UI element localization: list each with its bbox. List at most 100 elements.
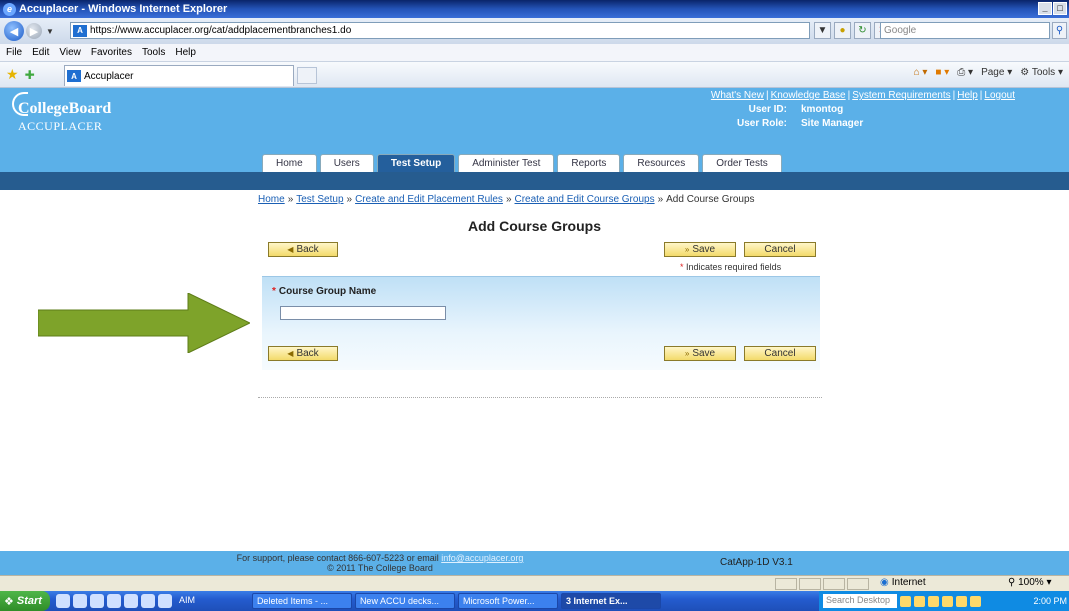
user-role-value: Site Manager: [801, 118, 864, 129]
back-button-bottom[interactable]: ◀ Back: [268, 346, 338, 361]
breadcrumb-separator: »: [505, 194, 512, 205]
divider: [258, 397, 822, 398]
task-aim[interactable]: AIM: [175, 593, 249, 609]
outlook-quicklaunch-icon[interactable]: [89, 594, 104, 608]
address-url: https://www.accuplacer.org/cat/addplacem…: [90, 25, 352, 36]
save-icon: »: [684, 245, 690, 254]
zoom-level[interactable]: ⚲ 100% ▾: [1008, 577, 1052, 588]
tab-reports[interactable]: Reports: [557, 154, 621, 172]
tab-administer-test[interactable]: Administer Test: [458, 154, 555, 172]
print-icon[interactable]: ⎙ ▾: [957, 67, 973, 78]
menu-tools[interactable]: Tools: [142, 47, 165, 58]
whats-new-link[interactable]: What's New: [711, 90, 764, 101]
search-go-icon[interactable]: ⚲: [1052, 22, 1067, 39]
required-note-text: Indicates required fields: [686, 262, 782, 272]
quick-launch: [55, 594, 172, 608]
menu-edit[interactable]: Edit: [32, 47, 49, 58]
favorites-star-icon[interactable]: ★: [6, 66, 19, 83]
add-favorite-icon[interactable]: ✚: [25, 68, 35, 82]
menu-file[interactable]: File: [6, 47, 22, 58]
app-quicklaunch-icon[interactable]: [123, 594, 138, 608]
start-button[interactable]: ❖ Start: [0, 591, 50, 611]
sub-nav-bar: [0, 172, 1069, 190]
breadcrumb-separator: »: [287, 194, 294, 205]
windows-logo-icon: ❖: [4, 595, 14, 608]
app-quicklaunch-icon[interactable]: [106, 594, 121, 608]
tab-resources[interactable]: Resources: [623, 154, 700, 172]
breadcrumb-separator: »: [657, 194, 664, 205]
required-fields-note: * Indicates required fields: [680, 262, 781, 272]
breadcrumb-test-setup[interactable]: Test Setup: [296, 194, 343, 205]
back-label: Back: [296, 244, 319, 255]
collegeboard-logo[interactable]: CollegeBoard ACCUPLACER: [12, 92, 112, 134]
logout-link[interactable]: Logout: [984, 90, 1015, 101]
refresh-icon[interactable]: ↻: [854, 22, 871, 39]
tools-menu[interactable]: ⚙ Tools ▾: [1020, 67, 1063, 78]
zoom-value: 100%: [1018, 577, 1044, 588]
forward-nav-icon[interactable]: ▶: [26, 23, 42, 39]
page-menu[interactable]: Page ▾: [981, 67, 1012, 78]
home-icon[interactable]: ⌂ ▾: [914, 67, 928, 78]
search-input[interactable]: Google: [880, 22, 1050, 39]
feeds-icon[interactable]: ■ ▾: [935, 67, 949, 78]
task-internet-explorer[interactable]: 3 Internet Ex...: [560, 593, 661, 609]
globe-icon: ◉: [880, 577, 889, 588]
history-dropdown-icon[interactable]: ▼: [46, 27, 54, 36]
lock-icon[interactable]: ●: [834, 22, 851, 39]
menu-view[interactable]: View: [59, 47, 81, 58]
app-quicklaunch-icon[interactable]: [140, 594, 155, 608]
user-id-label: User ID:: [748, 104, 787, 115]
status-bar: ◉ Internet ⚲ 100% ▾: [0, 575, 1069, 591]
ie-quicklaunch-icon[interactable]: [72, 594, 87, 608]
required-star: *: [272, 286, 276, 297]
site-footer: For support, please contact 866-607-5223…: [0, 551, 1069, 575]
taskbar-clock: 2:00 PM: [1033, 596, 1067, 606]
tray-icon[interactable]: [900, 595, 911, 607]
maximize-button[interactable]: □: [1053, 2, 1067, 15]
search-desktop-input[interactable]: Search Desktop: [823, 594, 897, 608]
tray-icon[interactable]: [942, 595, 953, 607]
support-email-link[interactable]: info@accuplacer.org: [441, 553, 523, 563]
task-deleted-items[interactable]: Deleted Items - ...: [251, 593, 352, 609]
user-role-label: User Role:: [736, 118, 787, 129]
back-nav-icon[interactable]: ◀: [4, 21, 24, 41]
browser-tab[interactable]: A Accuplacer: [64, 65, 294, 86]
tab-home[interactable]: Home: [262, 154, 317, 172]
tray-icon[interactable]: [928, 595, 939, 607]
tools-menu-label: Tools: [1031, 67, 1056, 78]
breadcrumb-course-groups[interactable]: Create and Edit Course Groups: [515, 194, 655, 205]
tab-test-setup[interactable]: Test Setup: [376, 154, 456, 172]
address-dropdown-icon[interactable]: ▼: [814, 22, 831, 39]
tab-label: Accuplacer: [84, 70, 134, 82]
knowledge-base-link[interactable]: Knowledge Base: [771, 90, 846, 101]
tray-icon[interactable]: [956, 595, 967, 607]
breadcrumb-home[interactable]: Home: [258, 194, 285, 205]
course-group-name-label-text: Course Group Name: [278, 286, 377, 297]
tab-users[interactable]: Users: [319, 154, 374, 172]
cancel-button-top[interactable]: Cancel: [744, 242, 816, 257]
address-bar[interactable]: A https://www.accuplacer.org/cat/addplac…: [70, 22, 810, 39]
app-quicklaunch-icon[interactable]: [157, 594, 172, 608]
task-new-accu-decks[interactable]: New ACCU decks...: [354, 593, 455, 609]
help-link[interactable]: Help: [957, 90, 978, 101]
menu-favorites[interactable]: Favorites: [91, 47, 132, 58]
cancel-button-bottom[interactable]: Cancel: [744, 346, 816, 361]
tray-icon[interactable]: [970, 595, 981, 607]
new-tab-button[interactable]: [297, 67, 317, 84]
support-info: For support, please contact 866-607-5223…: [0, 553, 760, 573]
task-powerpoint[interactable]: Microsoft Power...: [457, 593, 558, 609]
show-desktop-icon[interactable]: [55, 594, 70, 608]
save-button-bottom[interactable]: » Save: [664, 346, 736, 361]
course-group-name-input[interactable]: [280, 306, 446, 320]
logo-brand: CollegeBoard: [18, 100, 112, 117]
minimize-button[interactable]: _: [1038, 2, 1052, 15]
save-button-top[interactable]: » Save: [664, 242, 736, 257]
menu-bar: File Edit View Favorites Tools Help: [0, 44, 1069, 62]
command-bar: ⌂ ▾ ■ ▾ ⎙ ▾ Page ▾ ⚙ Tools ▾: [914, 67, 1063, 78]
system-requirements-link[interactable]: System Requirements: [852, 90, 950, 101]
tab-order-tests[interactable]: Order Tests: [702, 154, 782, 172]
breadcrumb-placement-rules[interactable]: Create and Edit Placement Rules: [355, 194, 503, 205]
back-button-top[interactable]: ◀ Back: [268, 242, 338, 257]
tray-icon[interactable]: [914, 595, 925, 607]
menu-help[interactable]: Help: [175, 47, 196, 58]
